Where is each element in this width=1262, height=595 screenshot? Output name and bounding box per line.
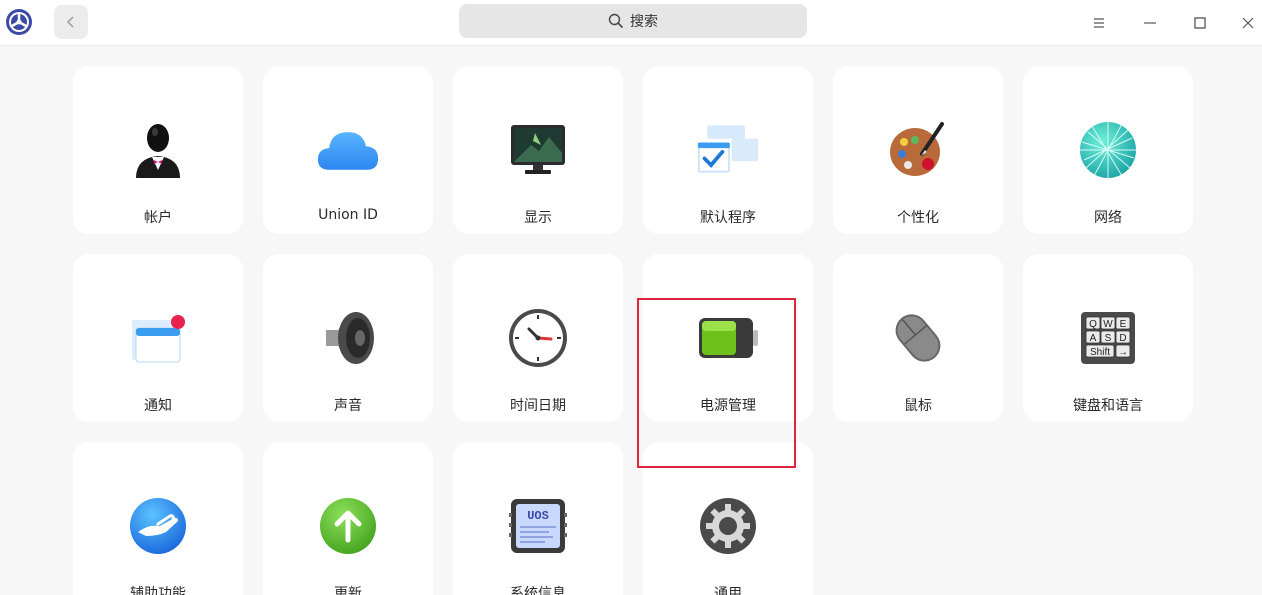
module-label: 键盘和语言: [1073, 398, 1143, 414]
default-apps-icon: [696, 118, 760, 182]
palette-icon: [886, 118, 950, 182]
maximize-icon: [1194, 17, 1206, 29]
minimize-icon: [1144, 22, 1156, 24]
keyboard-icon: Q W E A S D Shift →: [1076, 306, 1140, 370]
module-mouse[interactable]: 鼠标: [833, 254, 1003, 422]
module-keyboard[interactable]: Q W E A S D Shift → 键盘和语言: [1023, 254, 1193, 422]
uos-text: UOS: [527, 509, 549, 523]
key-a: A: [1090, 333, 1097, 344]
key-e: E: [1120, 319, 1127, 330]
system-info-uos-icon: UOS: [506, 494, 570, 558]
module-label: 声音: [334, 398, 362, 414]
network-globe-icon: [1076, 118, 1140, 182]
module-update[interactable]: 更新: [263, 442, 433, 595]
module-personalization[interactable]: 个性化: [833, 66, 1003, 234]
minimize-button[interactable]: [1135, 8, 1165, 38]
module-label: 更新: [334, 586, 362, 595]
module-label: 鼠标: [904, 398, 932, 414]
module-account[interactable]: 帐户: [73, 66, 243, 234]
titlebar: 搜索: [0, 0, 1262, 46]
control-center-logo-icon: [4, 7, 34, 37]
chevron-left-icon: [66, 16, 74, 28]
module-label: 时间日期: [510, 398, 566, 414]
search-icon: [608, 13, 624, 29]
module-label: 帐户: [144, 210, 172, 226]
module-accessibility[interactable]: 辅助功能: [73, 442, 243, 595]
notification-icon: [126, 306, 190, 370]
key-d: D: [1119, 333, 1126, 344]
hamburger-menu-icon: [1094, 18, 1104, 28]
module-label: Union ID: [318, 207, 378, 223]
module-union-id[interactable]: Union ID: [263, 66, 433, 234]
mouse-icon: [886, 306, 950, 370]
module-general[interactable]: 通用: [643, 442, 813, 595]
module-label: 默认程序: [700, 210, 756, 226]
accessibility-hand-icon: [126, 494, 190, 558]
maximize-button[interactable]: [1185, 8, 1215, 38]
module-label: 通用: [714, 586, 742, 595]
module-sound[interactable]: 声音: [263, 254, 433, 422]
close-icon: [1242, 17, 1254, 29]
account-icon: [126, 118, 190, 182]
key-q: Q: [1089, 319, 1097, 330]
update-arrow-icon: [316, 494, 380, 558]
module-power[interactable]: 电源管理: [643, 254, 813, 422]
clock-icon: [506, 306, 570, 370]
display-monitor-icon: [506, 118, 570, 182]
search-placeholder: 搜索: [630, 14, 658, 30]
general-gear-icon: [696, 494, 760, 558]
key-w: W: [1103, 319, 1113, 330]
module-label: 通知: [144, 398, 172, 414]
module-label: 显示: [524, 210, 552, 226]
search-input[interactable]: 搜索: [459, 4, 807, 38]
module-datetime[interactable]: 时间日期: [453, 254, 623, 422]
module-system-info[interactable]: UOS 系统信息: [453, 442, 623, 595]
module-network[interactable]: 网络: [1023, 66, 1193, 234]
key-shift: Shift: [1090, 347, 1110, 358]
module-label: 辅助功能: [130, 586, 186, 595]
battery-icon: [696, 306, 760, 370]
back-button[interactable]: [54, 5, 88, 39]
main-menu-button[interactable]: [1084, 8, 1114, 38]
module-notification[interactable]: 通知: [73, 254, 243, 422]
key-s: S: [1105, 333, 1112, 344]
module-label: 电源管理: [700, 398, 756, 414]
cloud-icon: [316, 118, 380, 182]
close-button[interactable]: [1233, 8, 1262, 38]
module-label: 网络: [1094, 210, 1122, 226]
key-arrow: →: [1118, 347, 1128, 358]
module-grid: 帐户 Union ID 显示 默认程序 个性化 网络 通知 声音 时间日期 电源…: [0, 46, 1262, 595]
module-label: 系统信息: [510, 586, 566, 595]
module-label: 个性化: [897, 210, 939, 226]
module-display[interactable]: 显示: [453, 66, 623, 234]
module-default-apps[interactable]: 默认程序: [643, 66, 813, 234]
speaker-icon: [316, 306, 380, 370]
